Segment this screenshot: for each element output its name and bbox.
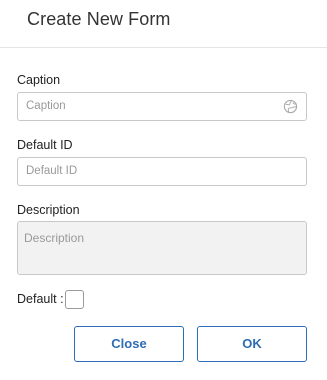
close-button[interactable]: Close [74,326,184,362]
dialog-header: Create New Form [0,0,327,48]
create-form-dialog: Create New Form Caption Caption Default … [0,0,327,380]
ok-button[interactable]: OK [197,326,307,362]
dialog-title: Create New Form [27,9,171,29]
default-id-label: Default ID [17,138,73,152]
caption-placeholder: Caption [26,100,66,112]
globe-icon[interactable] [283,99,298,114]
description-textarea[interactable]: Description [17,221,307,275]
default-checkbox[interactable] [65,290,84,309]
default-id-placeholder: Default ID [26,165,78,177]
caption-label: Caption [17,73,61,87]
default-id-input[interactable]: Default ID [17,157,307,186]
description-label: Description [17,203,80,217]
caption-input[interactable]: Caption [17,92,307,121]
default-label: Default : [17,292,64,306]
description-placeholder: Description [24,231,85,245]
